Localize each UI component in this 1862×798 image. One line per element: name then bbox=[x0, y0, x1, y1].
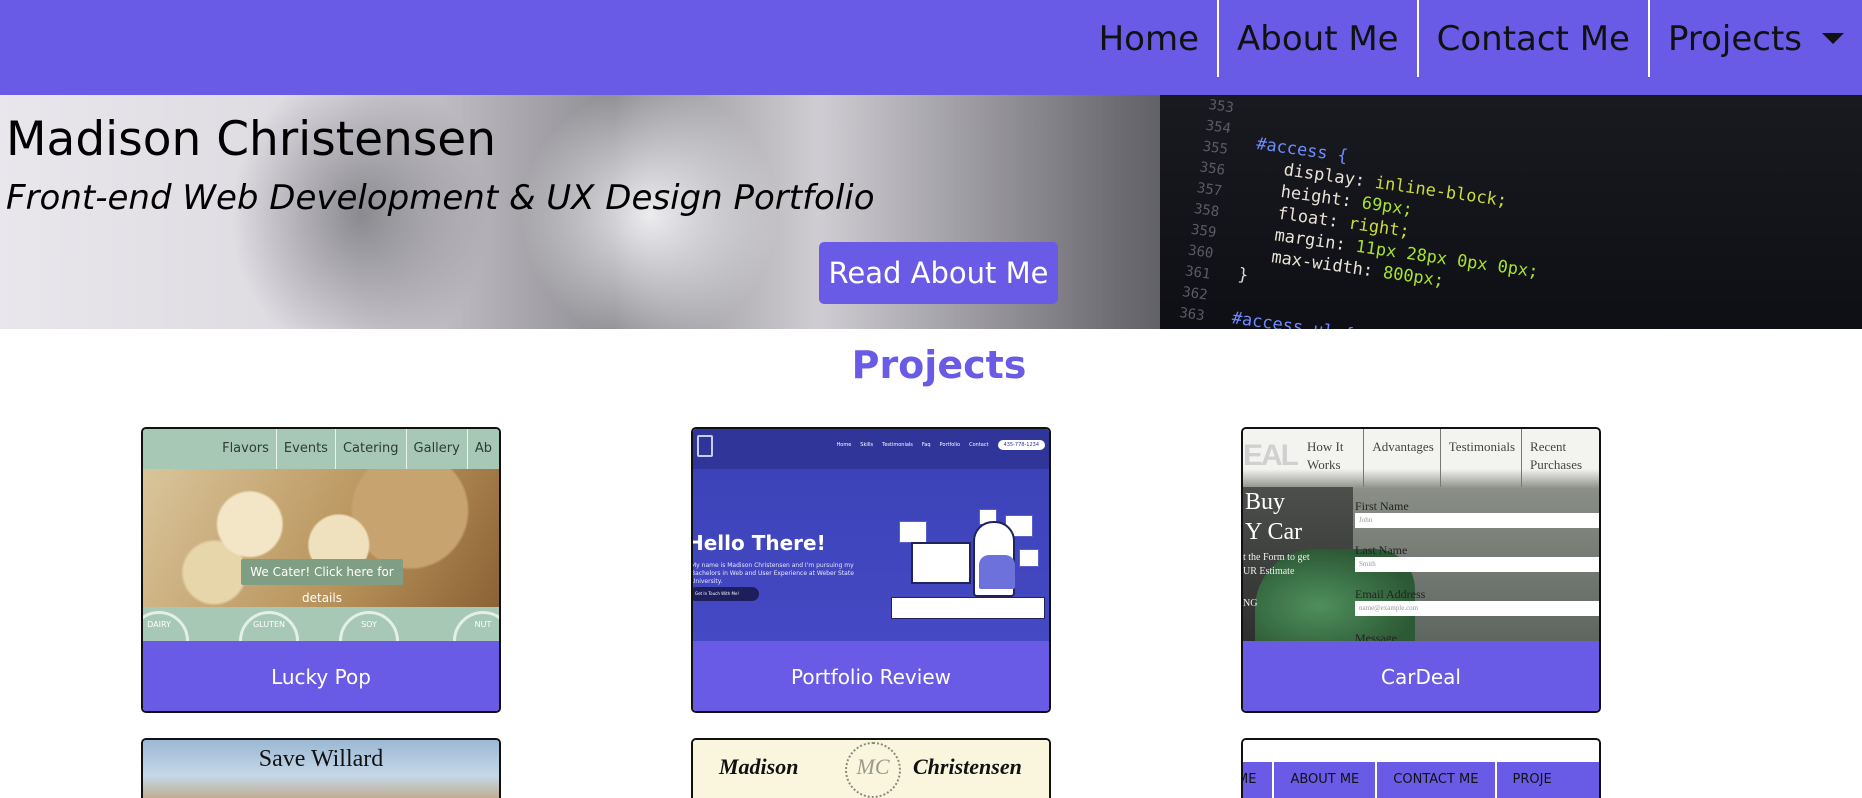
badge-label: DAIRY bbox=[147, 620, 171, 629]
person-shirt bbox=[979, 555, 1015, 589]
hero-subtitle: Front-end Web Development & UX Design Po… bbox=[6, 178, 875, 218]
thumb-nav-item: How It Works bbox=[1307, 439, 1344, 472]
thumb-nav-item: ME bbox=[1243, 772, 1257, 787]
thumb-title-right: Christensen bbox=[913, 754, 1022, 779]
thumb-form-input: name@example.com bbox=[1355, 601, 1599, 616]
project-thumbnail: EAL How It Works Advantages Testimonials… bbox=[1243, 429, 1599, 641]
computer-logo-icon bbox=[697, 435, 713, 457]
nav-projects-label: Projects bbox=[1667, 18, 1802, 59]
project-card-portfolio-review[interactable]: Home Skills Testimonials Faq Portfolio C… bbox=[691, 427, 1051, 713]
thumb-form-label: Last Name bbox=[1355, 543, 1408, 557]
project-card-label: Lucky Pop bbox=[143, 641, 499, 711]
thumb-footer bbox=[143, 607, 499, 641]
nav-about-label: About Me bbox=[1237, 18, 1399, 59]
project-card-portfolio-site[interactable]: ME ABOUT ME CONTACT ME PROJE bbox=[1241, 738, 1601, 798]
thumb-logo: EAL bbox=[1243, 439, 1299, 472]
thumb-form-label: Email Address bbox=[1355, 587, 1426, 601]
nav-item-projects-dropdown[interactable]: Projects bbox=[1647, 0, 1862, 77]
note-illustration bbox=[1019, 549, 1039, 567]
chevron-down-icon bbox=[1822, 33, 1844, 44]
thumb-nav-item: ABOUT ME bbox=[1272, 762, 1375, 798]
nav-menu: Home About Me Contact Me Projects bbox=[1081, 0, 1862, 77]
project-card-save-willard[interactable]: Save Willard bbox=[141, 738, 501, 798]
thumb-cta: Get In Touch With Me! bbox=[693, 587, 759, 601]
top-navbar: Home About Me Contact Me Projects bbox=[0, 0, 1862, 95]
projects-heading: Projects bbox=[851, 343, 1027, 387]
thumb-headline-line: Buy bbox=[1245, 489, 1286, 515]
thumb-nav-item: Flavors bbox=[222, 441, 269, 456]
project-card-madison-christensen[interactable]: MC Madison Christensen bbox=[691, 738, 1051, 798]
thumb-cta: We Cater! Click here for details bbox=[241, 559, 403, 605]
thumb-nav-item: Home bbox=[836, 442, 852, 448]
thumb-nav-item: Skills bbox=[860, 442, 874, 448]
project-thumbnail: MC Madison Christensen bbox=[693, 740, 1049, 798]
thumb-nav: Flavors Events Catering Gallery Ab bbox=[143, 429, 499, 469]
badge-label: GLUTEN bbox=[252, 620, 286, 629]
thumb-nav-item: Catering bbox=[334, 429, 406, 469]
thumb-nav-item: PROJE bbox=[1494, 762, 1568, 798]
thumb-nav-item: Portfolio bbox=[939, 442, 961, 448]
thumb-nav-item: Contact bbox=[969, 442, 989, 448]
thumb-nav-item: Advantages bbox=[1363, 429, 1439, 487]
project-thumbnail: Flavors Events Catering Gallery Ab We Ca… bbox=[143, 429, 499, 641]
thumb-nav-item: Testimonials bbox=[1439, 429, 1521, 487]
project-card-lucky-pop[interactable]: Flavors Events Catering Gallery Ab We Ca… bbox=[141, 427, 501, 713]
thumb-form-label: First Name bbox=[1355, 499, 1409, 513]
project-thumbnail: Save Willard bbox=[143, 740, 499, 798]
thumb-nav-item: Ab bbox=[466, 429, 499, 469]
thumb-form-input: John bbox=[1355, 513, 1599, 528]
nav-item-home[interactable]: Home bbox=[1081, 0, 1217, 77]
read-about-me-button[interactable]: Read About Me bbox=[819, 242, 1058, 304]
nav-item-contact[interactable]: Contact Me bbox=[1416, 0, 1648, 77]
desk-illustration bbox=[891, 597, 1045, 619]
code-brace: } bbox=[1236, 264, 1250, 286]
thumb-nav: Home Skills Testimonials Faq Portfolio C… bbox=[836, 440, 1045, 450]
thumb-form-label: Message bbox=[1355, 631, 1397, 641]
nav-item-about[interactable]: About Me bbox=[1217, 0, 1417, 77]
thumb-nav-item: Events bbox=[275, 429, 335, 469]
thumb-subtext-line: NG bbox=[1243, 598, 1258, 609]
project-card-label: CarDeal bbox=[1243, 641, 1599, 711]
thumb-nav-item: Faq bbox=[921, 442, 931, 448]
thumb-subtext-line: t the Form to get bbox=[1243, 552, 1310, 563]
thumb-subtext: t the Form to get UR Estimate NG bbox=[1243, 551, 1310, 611]
monitor-illustration bbox=[911, 542, 971, 584]
thumb-phone-badge: 435-778-1234 bbox=[997, 440, 1045, 450]
thumb-subtext-line: UR Estimate bbox=[1243, 566, 1295, 577]
thumb-nav-item: Recent Purchases bbox=[1521, 429, 1599, 487]
nav-home-label: Home bbox=[1098, 18, 1200, 59]
monogram-text: MC bbox=[856, 754, 890, 779]
project-thumbnail: ME ABOUT ME CONTACT ME PROJE bbox=[1243, 740, 1599, 798]
hero-title: Madison Christensen bbox=[6, 112, 497, 167]
thumb-nav-item: CONTACT ME bbox=[1375, 762, 1494, 798]
thumb-headline-line: Y Car bbox=[1245, 519, 1303, 545]
thumb-title: Save Willard bbox=[258, 746, 384, 772]
thumb-nav: How It Works Advantages Testimonials Rec… bbox=[1299, 429, 1599, 487]
badge-label: NUT bbox=[474, 620, 492, 629]
thumb-form-input: Smith bbox=[1355, 557, 1599, 572]
thumb-nav: ME ABOUT ME CONTACT ME PROJE bbox=[1243, 762, 1599, 798]
note-illustration bbox=[899, 521, 927, 543]
thumb-title-left: Madison bbox=[719, 754, 799, 779]
badge-label: SOY bbox=[361, 620, 377, 629]
thumb-form: First Name John Last Name Smith Email Ad… bbox=[1355, 499, 1599, 641]
thumb-headline: Buy Y Car bbox=[1245, 487, 1302, 547]
thumb-hero-title: Hello There! bbox=[693, 531, 826, 555]
nav-contact-label: Contact Me bbox=[1436, 18, 1630, 59]
thumb-nav-item: Gallery bbox=[405, 429, 467, 469]
project-card-label: Portfolio Review bbox=[693, 641, 1049, 711]
project-card-cardeal[interactable]: EAL How It Works Advantages Testimonials… bbox=[1241, 427, 1601, 713]
thumb-intro-text: My name is Madison Christensen and I'm p… bbox=[693, 562, 854, 585]
project-thumbnail: Home Skills Testimonials Faq Portfolio C… bbox=[693, 429, 1049, 641]
thumb-nav-item: Testimonials bbox=[882, 442, 913, 448]
